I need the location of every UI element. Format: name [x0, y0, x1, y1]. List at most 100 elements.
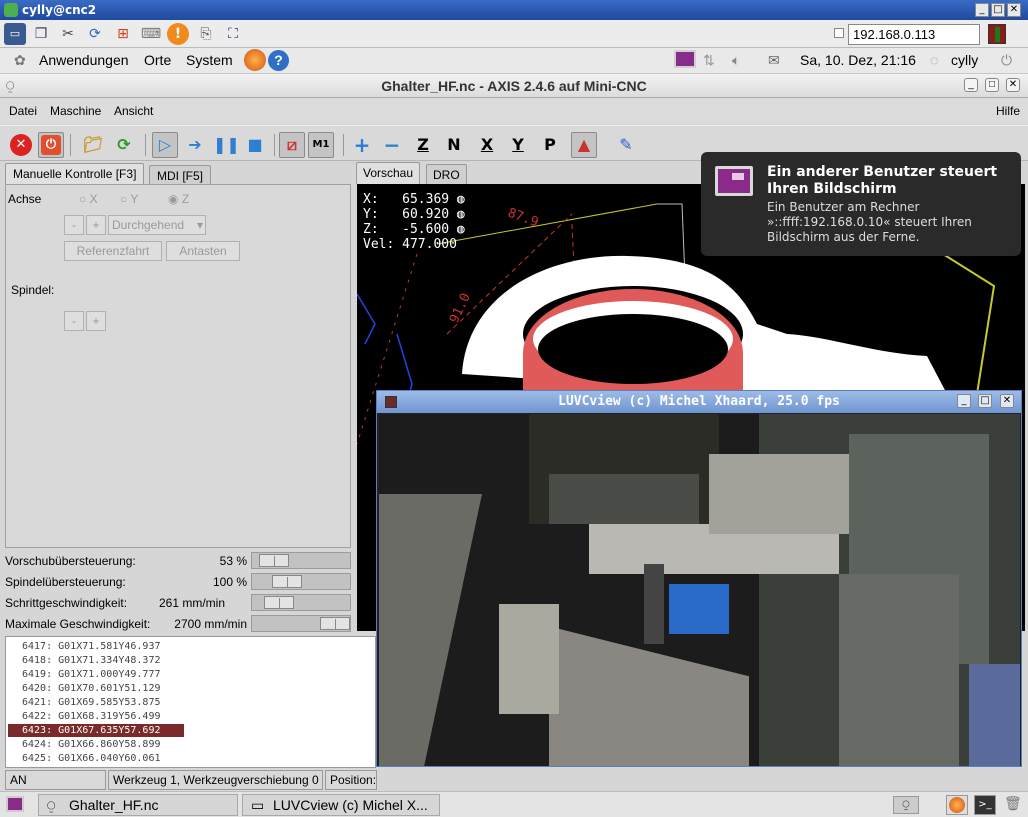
- spindle-minus-button[interactable]: -: [64, 311, 84, 331]
- trash-icon[interactable]: 🗑︎: [1004, 796, 1022, 814]
- optional-stop-button[interactable]: M1: [308, 132, 334, 158]
- power-icon[interactable]: ⏻: [1001, 52, 1012, 69]
- touch-off-button[interactable]: Antasten: [166, 241, 240, 261]
- vnc-keyboard-icon[interactable]: ⌨: [140, 23, 162, 45]
- axis-radio-x[interactable]: ○ X: [79, 192, 98, 206]
- vnc-refresh-icon[interactable]: ⟳: [84, 23, 106, 45]
- pause-icon[interactable]: ❚❚: [212, 132, 240, 158]
- feed-override-label: Vorschubübersteuerung:: [5, 554, 136, 568]
- zoom-out-icon[interactable]: −: [379, 132, 405, 158]
- help-icon[interactable]: ?: [268, 50, 289, 71]
- jog-minus-button[interactable]: -: [64, 215, 84, 235]
- reload-icon[interactable]: ⟳: [111, 132, 137, 158]
- workspace-switcher-icon[interactable]: ⍜: [893, 796, 919, 814]
- tab-preview[interactable]: Vorschau: [356, 162, 421, 184]
- view-z-rotated-icon[interactable]: N: [441, 132, 467, 158]
- applications-menu[interactable]: Anwendungen: [39, 52, 129, 68]
- firefox-tray-icon[interactable]: [946, 795, 968, 815]
- system-menu[interactable]: System: [186, 52, 233, 68]
- spindle-override-slider[interactable]: [251, 573, 351, 590]
- run-icon[interactable]: ▷: [152, 132, 178, 158]
- open-file-icon[interactable]: 📁︎: [80, 132, 106, 158]
- clock[interactable]: Sa, 10. Dez, 21:16: [800, 52, 916, 68]
- luvcview-close-button[interactable]: ✕: [1000, 394, 1014, 408]
- axis-radio-z[interactable]: ◉ Z: [168, 192, 189, 206]
- axis-maximize-button[interactable]: □: [985, 78, 999, 92]
- menu-help[interactable]: Hilfe: [996, 104, 1020, 118]
- remote-desktop-icon[interactable]: [674, 50, 696, 68]
- tab-manual-control[interactable]: Manuelle Kontrolle [F3]: [5, 163, 145, 185]
- mail-icon[interactable]: ✉: [768, 52, 780, 69]
- vnc-tools-icon[interactable]: ✂: [57, 23, 79, 45]
- feed-override-thumb[interactable]: [259, 554, 289, 567]
- vnc-close-button[interactable]: ✕: [1007, 3, 1021, 17]
- places-menu[interactable]: Orte: [144, 52, 171, 68]
- vnc-windows-key-icon[interactable]: ⊞: [112, 23, 134, 45]
- max-velocity-thumb[interactable]: [320, 617, 350, 630]
- home-button[interactable]: Referenzfahrt: [64, 241, 162, 261]
- gcode-line[interactable]: 6425: G01X66.040Y60.061: [8, 752, 184, 765]
- gcode-line-current[interactable]: 6423: G01X67.635Y57.692: [8, 724, 184, 737]
- clear-plot-icon[interactable]: ✎: [613, 132, 639, 158]
- view-z-button[interactable]: Z: [410, 132, 436, 158]
- vnc-minimize-button[interactable]: _: [975, 3, 989, 17]
- max-velocity-slider[interactable]: [251, 615, 351, 632]
- step-icon[interactable]: ➔: [182, 132, 208, 158]
- foot-icon[interactable]: ✿: [14, 52, 26, 69]
- estop-icon[interactable]: ✕: [10, 134, 32, 156]
- luvcview-maximize-button[interactable]: □: [978, 394, 992, 408]
- vnc-alert-icon[interactable]: !: [167, 23, 189, 45]
- gcode-line[interactable]: 6421: G01X69.585Y53.875: [8, 696, 184, 709]
- user-menu[interactable]: cylly: [951, 52, 978, 68]
- jog-speed-slider[interactable]: [251, 594, 351, 611]
- feed-override-slider[interactable]: [251, 552, 351, 569]
- firefox-icon[interactable]: [244, 49, 266, 71]
- vnc-info-icon[interactable]: ❐: [30, 23, 52, 45]
- user-status-icon: ◌: [930, 52, 939, 68]
- network-icon[interactable]: ⇅: [703, 52, 715, 69]
- axis-close-button[interactable]: ✕: [1006, 78, 1020, 92]
- tab-dro[interactable]: DRO: [426, 164, 467, 184]
- menu-file[interactable]: Datei: [9, 104, 37, 118]
- view-perspective-button[interactable]: P: [537, 132, 563, 158]
- vnc-address-field[interactable]: 192.168.0.113: [848, 24, 980, 45]
- gcode-listing[interactable]: 6417: G01X71.581Y46.937 6418: G01X71.334Y…: [5, 636, 376, 768]
- axis-radio-y[interactable]: ○ Y: [120, 192, 138, 206]
- stop-icon[interactable]: ■: [242, 132, 268, 158]
- menu-view[interactable]: Ansicht: [114, 104, 153, 118]
- vnc-disconnect-icon[interactable]: ⎘: [195, 23, 217, 45]
- gcode-line[interactable]: 6424: G01X66.860Y58.899: [8, 738, 184, 751]
- block-delete-icon[interactable]: ⧄: [279, 132, 305, 158]
- show-desktop-icon[interactable]: [6, 796, 24, 812]
- menu-machine[interactable]: Maschine: [50, 104, 101, 118]
- view-y-button[interactable]: Y: [505, 132, 531, 158]
- jog-mode-select[interactable]: Durchgehend ▾: [108, 215, 206, 235]
- spindle-override-thumb[interactable]: [272, 575, 302, 588]
- view-x-button[interactable]: X: [474, 132, 500, 158]
- spindle-plus-button[interactable]: +: [86, 311, 106, 331]
- vnc-maximize-button[interactable]: □: [991, 3, 1005, 17]
- vnc-checkbox[interactable]: [834, 28, 844, 38]
- jog-speed-thumb[interactable]: [264, 596, 294, 609]
- vnc-options-icon[interactable]: ▭: [4, 23, 26, 45]
- gcode-line-code: G01X66.860Y58.899: [58, 739, 161, 750]
- tab-mdi[interactable]: MDI [F5]: [149, 165, 212, 185]
- gcode-line[interactable]: 6422: G01X68.319Y56.499: [8, 710, 184, 723]
- view-y-label: Y: [512, 135, 524, 154]
- gcode-line[interactable]: 6420: G01X70.601Y51.129: [8, 682, 184, 695]
- taskbar-item-luvcview[interactable]: ▭ LUVCview (c) Michel X...: [242, 794, 440, 816]
- remote-control-notification[interactable]: Ein anderer Benutzer steuert Ihren Bilds…: [701, 152, 1021, 256]
- terminal-tray-icon[interactable]: >_: [974, 795, 996, 815]
- zoom-in-icon[interactable]: +: [349, 132, 375, 158]
- jog-plus-button[interactable]: +: [86, 215, 106, 235]
- vnc-fullscreen-icon[interactable]: ⛶: [222, 23, 244, 45]
- gcode-line[interactable]: 6418: G01X71.334Y48.372: [8, 654, 184, 667]
- axis-minimize-button[interactable]: _: [964, 78, 978, 92]
- volume-icon[interactable]: 🔈︎: [732, 52, 740, 69]
- machine-power-button[interactable]: ⏻: [38, 132, 64, 158]
- taskbar-item-axis[interactable]: ⍜ Ghalter_HF.nc: [38, 794, 238, 816]
- luvcview-minimize-button[interactable]: _: [957, 394, 971, 408]
- rotate-view-icon[interactable]: ▲: [571, 132, 597, 158]
- gcode-line[interactable]: 6419: G01X71.000Y49.777: [8, 668, 184, 681]
- gcode-line[interactable]: 6417: G01X71.581Y46.937: [8, 640, 184, 653]
